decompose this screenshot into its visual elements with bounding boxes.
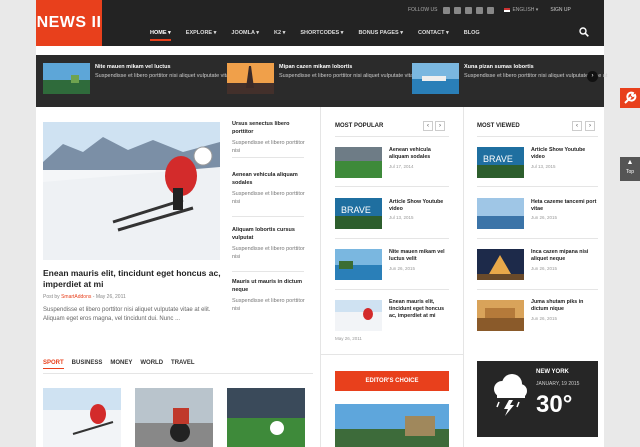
divider (477, 186, 598, 187)
wrench-icon (624, 91, 637, 104)
divider (320, 354, 463, 355)
nav-k2[interactable]: K2 ▾ (274, 30, 285, 36)
divider (232, 271, 304, 272)
tab-travel[interactable]: TRAVEL (171, 360, 195, 366)
svg-text:BRAVE: BRAVE (483, 154, 513, 164)
divider (477, 238, 598, 239)
arrow-up-icon: ▲ (626, 159, 634, 166)
site-logo[interactable]: NEWS II (36, 0, 102, 46)
most-popular-heading: MOST POPULAR (335, 123, 384, 129)
tab-world[interactable]: WORLD (140, 360, 163, 366)
nav-shortcodes[interactable]: SHORTCODES ▾ (300, 30, 343, 36)
column-divider (320, 107, 321, 447)
featured-title[interactable]: Enean mauris elit, tincidunt eget honcus… (43, 268, 243, 290)
list-item[interactable]: Aenean vehicula aliquam sodales Suspendi… (232, 172, 312, 206)
most-viewed-next-button[interactable]: › (585, 121, 595, 131)
divider (477, 136, 598, 137)
author-link[interactable]: SmartAddons (61, 294, 91, 300)
flag-icon (504, 8, 511, 12)
divider (477, 289, 598, 290)
weather-date: JANUARY, 19 2015 (536, 381, 580, 387)
divider (335, 186, 449, 187)
most-viewed-prev-button[interactable]: ‹ (572, 121, 582, 131)
divider (335, 136, 449, 137)
settings-wrench-button[interactable] (620, 88, 640, 108)
editors-choice-image[interactable] (335, 404, 449, 447)
search-icon[interactable] (579, 27, 589, 37)
nav-blog[interactable]: BLOG (464, 30, 480, 36)
tab-money[interactable]: MONEY (110, 360, 132, 366)
divider (335, 289, 449, 290)
weather-city: NEW YORK (536, 369, 569, 375)
weather-widget: NEW YORK JANUARY, 19 2015 30° (477, 361, 598, 437)
most-viewed-heading: MOST VIEWED (477, 123, 520, 129)
list-item[interactable]: Aliquam lobortis cursus vulputat Suspend… (232, 227, 312, 261)
weather-temperature: 30° (536, 391, 573, 418)
ticker-thumb (227, 63, 274, 94)
most-popular-prev-button[interactable]: ‹ (423, 121, 433, 131)
top-bar: FOLLOW US ENGLISH ▾ SIGN UP (408, 4, 571, 16)
featured-meta: Post by SmartAddons - May 26, 2011 (43, 294, 126, 300)
editors-choice-label: EDITOR'S CHOICE (335, 371, 449, 391)
most-popular-next-button[interactable]: › (435, 121, 445, 131)
language-label: ENGLISH (512, 7, 535, 13)
site-header: NEWS II FOLLOW US ENGLISH ▾ SIGN UP HOME… (36, 0, 604, 46)
twitter-icon[interactable] (454, 6, 462, 14)
main-nav: HOME ▾ EXPLORE ▾ JOOMLA ▾ K2 ▾ SHORTCODE… (150, 26, 495, 41)
storm-cloud-icon (494, 374, 527, 416)
rss-icon[interactable] (487, 6, 495, 14)
sport-thumb[interactable] (135, 388, 213, 447)
nav-bonus-pages[interactable]: BONUS PAGES ▾ (358, 30, 403, 36)
tab-sport[interactable]: SPORT (43, 360, 64, 369)
list-item[interactable]: Mauris ut mauris in dictum neque Suspend… (232, 279, 312, 313)
column-divider (463, 107, 464, 447)
sport-thumb[interactable] (43, 388, 121, 447)
ticker-thumb (43, 63, 90, 94)
tabs-divider (43, 373, 313, 374)
category-tabs: SPORT BUSINESS MONEY WORLD TRAVEL (43, 360, 203, 369)
news-ticker: Nite mauen mikam vel luctus Suspendisse … (36, 55, 607, 107)
page: NEWS II FOLLOW US ENGLISH ▾ SIGN UP HOME… (36, 0, 607, 447)
dribbble-icon[interactable] (476, 6, 484, 14)
featured-image[interactable] (43, 122, 220, 260)
divider (335, 238, 449, 239)
facebook-icon[interactable] (443, 6, 451, 14)
tab-business[interactable]: BUSINESS (72, 360, 103, 366)
ticker-next-button[interactable]: › (587, 71, 598, 82)
sport-thumb[interactable] (227, 388, 305, 447)
nav-explore[interactable]: EXPLORE ▾ (186, 30, 217, 36)
signup-link[interactable]: SIGN UP (550, 7, 571, 13)
divider (232, 216, 304, 217)
back-to-top-label: Top (625, 169, 635, 175)
back-to-top-button[interactable]: ▲ Top (620, 157, 640, 181)
ticker-thumb (412, 63, 459, 94)
nav-joomla[interactable]: JOOMLA ▾ (231, 30, 259, 36)
follow-label: FOLLOW US (408, 7, 438, 13)
vimeo-icon[interactable] (465, 6, 473, 14)
list-item[interactable]: Ursus senectus libero porttitor Suspendi… (232, 121, 312, 155)
nav-home[interactable]: HOME ▾ (150, 30, 171, 41)
nav-contact[interactable]: CONTACT ▾ (418, 30, 449, 36)
svg-text:BRAVE: BRAVE (341, 205, 371, 215)
featured-description: Suspendisse et libero porttitor nisi ali… (43, 307, 211, 322)
divider (232, 157, 304, 158)
language-selector[interactable]: ENGLISH ▾ (504, 7, 538, 13)
